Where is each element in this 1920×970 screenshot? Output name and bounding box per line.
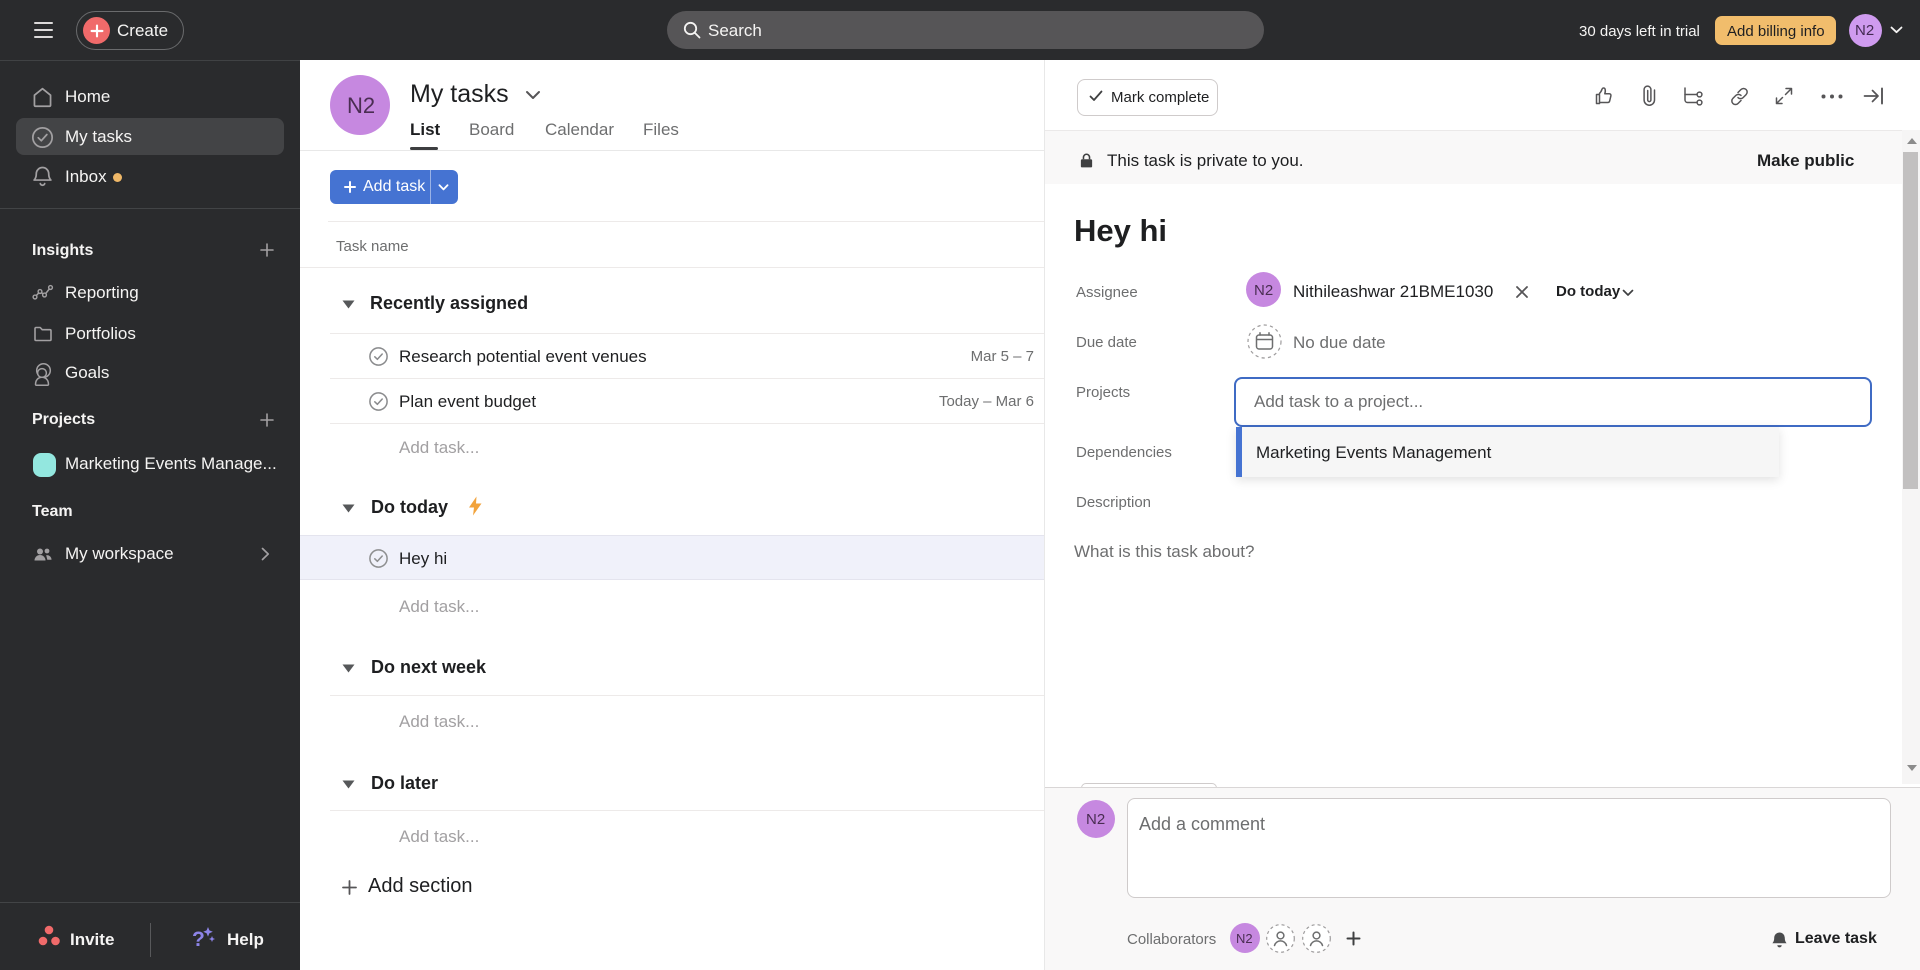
svg-text:?: ? <box>192 928 205 951</box>
